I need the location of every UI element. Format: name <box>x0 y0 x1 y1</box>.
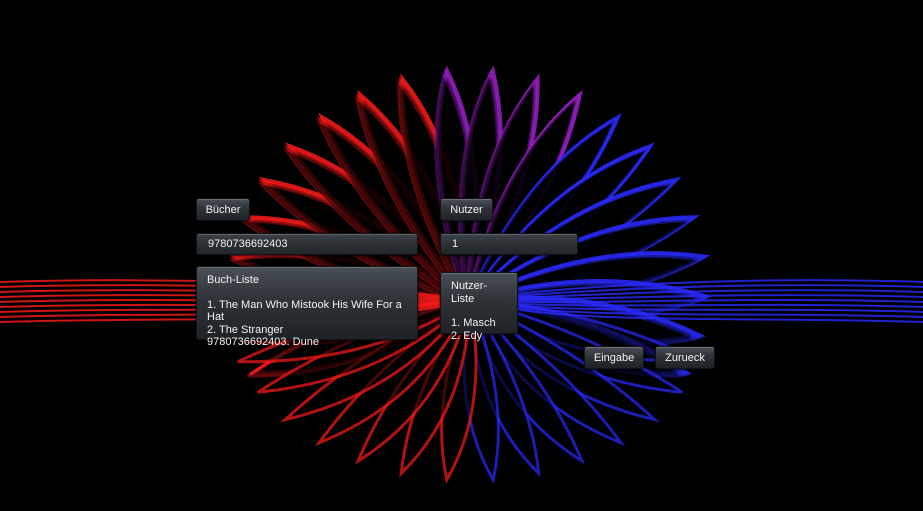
book-list-item: 1. The Man Who Mistook His Wife For a Ha… <box>207 298 402 324</box>
book-isbn-value: 9780736692403 <box>208 238 288 250</box>
user-list-panel: Nutzer-Liste 1. Masch 2. Edy <box>440 272 518 342</box>
book-isbn-input[interactable]: 9780736692403 <box>196 233 418 255</box>
user-list-item: 2. Edy <box>451 329 483 342</box>
back-button[interactable]: Zurueck <box>655 346 715 369</box>
enter-button[interactable]: Eingabe <box>584 346 644 369</box>
users-button-label: Nutzer <box>450 203 483 216</box>
book-list-panel: Buch-Liste 1. The Man Who Mistook His Wi… <box>196 266 418 348</box>
books-button[interactable]: Bücher <box>196 198 250 221</box>
book-list-item: 9780736692403. Dune <box>207 336 319 348</box>
user-id-value: 1 <box>452 238 459 250</box>
enter-button-label: Eingabe <box>593 351 635 364</box>
book-list-item: 2. The Stranger <box>207 323 284 336</box>
back-button-label: Zurueck <box>665 351 705 364</box>
users-button[interactable]: Nutzer <box>440 198 493 221</box>
user-id-input[interactable]: 1 <box>440 233 578 255</box>
background-flower-art <box>0 65 923 484</box>
books-button-label: Bücher <box>205 203 241 216</box>
user-list-title: Nutzer-Liste <box>451 280 488 305</box>
app-window: Bücher 9780736692403 Buch-Liste 1. The M… <box>0 0 923 511</box>
user-list-item: 1. Masch <box>451 317 496 329</box>
book-list-title: Buch-Liste <box>207 274 259 286</box>
